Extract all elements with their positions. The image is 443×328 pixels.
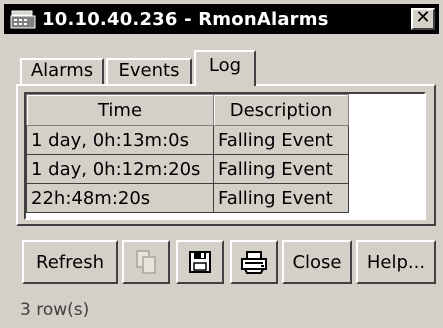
close-button-label: Close (292, 251, 342, 273)
copy-button[interactable] (122, 240, 170, 284)
column-header-description[interactable]: Description (213, 94, 349, 126)
tab-events[interactable]: Events (106, 58, 192, 84)
help-button[interactable]: Help... (356, 240, 436, 284)
cell-time: 1 day, 0h:12m:20s (26, 154, 214, 184)
print-icon (241, 251, 267, 274)
table-row[interactable]: 1 day, 0h:13m:0s Falling Event (26, 125, 349, 155)
rmon-alarms-window: 10.10.40.236 - RmonAlarms ✕ Alarms Event… (0, 0, 443, 328)
column-header-time[interactable]: Time (26, 94, 214, 126)
cell-time: 1 day, 0h:13m:0s (26, 125, 214, 155)
table-row[interactable]: 22h:48m:20s Falling Event (26, 183, 349, 213)
status-row-count: 3 row(s) (20, 300, 90, 320)
log-panel: Time Description 1 day, 0h:13m:0s Fallin… (16, 84, 436, 226)
tab-alarms-label: Alarms (30, 60, 94, 81)
log-table-area: Time Description 1 day, 0h:13m:0s Fallin… (24, 92, 426, 220)
log-table: Time Description 1 day, 0h:13m:0s Fallin… (26, 94, 349, 213)
save-icon (189, 251, 211, 273)
close-window-button[interactable]: ✕ (411, 8, 435, 30)
tab-events-label: Events (118, 60, 180, 81)
help-button-label: Help... (366, 251, 426, 273)
save-button[interactable] (176, 240, 224, 284)
print-button[interactable] (230, 240, 278, 284)
table-header-row: Time Description (26, 94, 349, 126)
table-row[interactable]: 1 day, 0h:12m:20s Falling Event (26, 154, 349, 184)
cell-description: Falling Event (213, 125, 349, 155)
tab-log[interactable]: Log (194, 50, 256, 86)
copy-icon (136, 250, 156, 274)
tab-log-label: Log (208, 55, 242, 76)
cell-description: Falling Event (213, 154, 349, 184)
network-device-icon (10, 10, 36, 29)
refresh-button-label: Refresh (36, 251, 104, 273)
tab-alarms[interactable]: Alarms (20, 58, 104, 84)
title-bar[interactable]: 10.10.40.236 - RmonAlarms ✕ (4, 4, 439, 34)
close-icon: ✕ (415, 7, 431, 28)
refresh-button[interactable]: Refresh (22, 240, 118, 284)
cell-description: Falling Event (213, 183, 349, 213)
close-button[interactable]: Close (282, 240, 352, 284)
cell-time: 22h:48m:20s (26, 183, 214, 213)
window-title: 10.10.40.236 - RmonAlarms (42, 8, 329, 30)
